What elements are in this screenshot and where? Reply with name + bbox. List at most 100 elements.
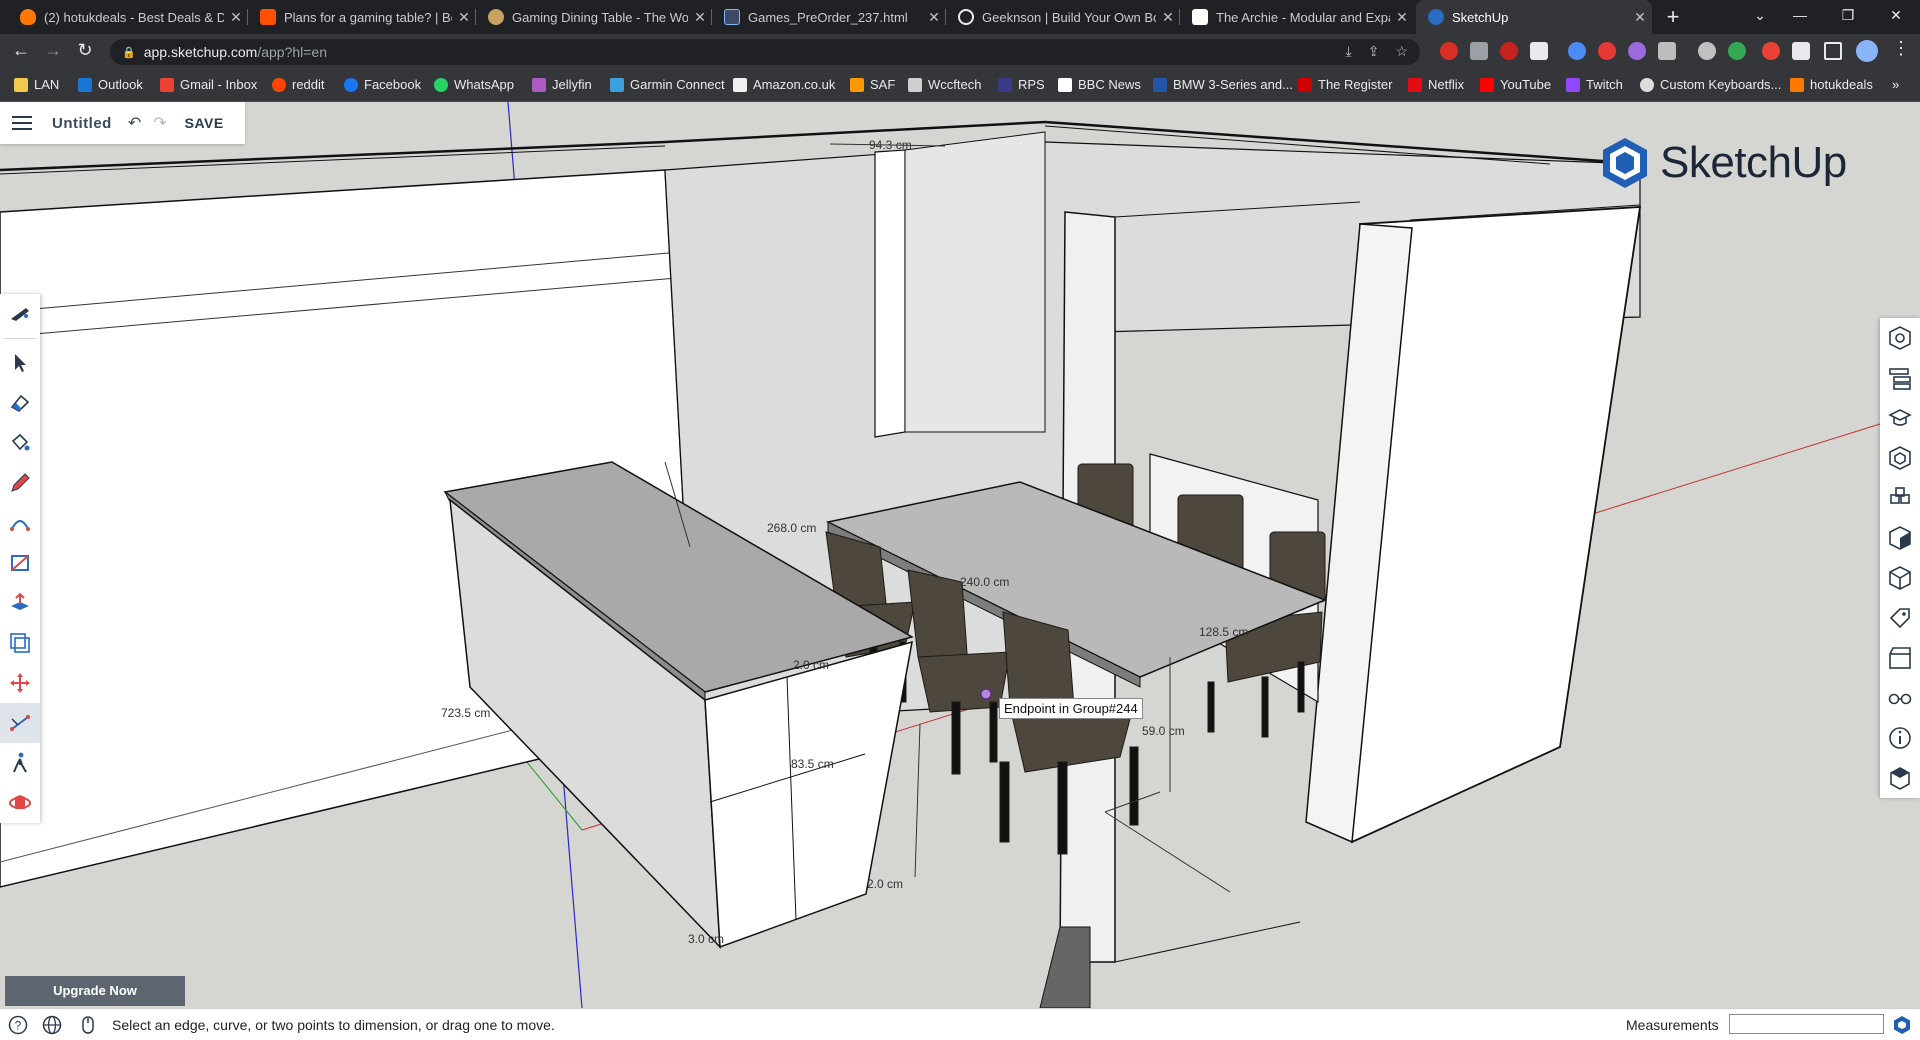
close-tab-icon[interactable]: ✕ (1628, 9, 1652, 26)
chrome-menu-icon[interactable]: ⋮ (1888, 38, 1914, 59)
dimension-label[interactable]: 94.3 cm (869, 138, 912, 152)
back-button[interactable]: ← (8, 40, 34, 61)
bookmark-twitch[interactable]: Twitch (1566, 77, 1623, 92)
dimension-label[interactable]: 723.5 cm (441, 706, 490, 720)
browser-tab-sketchup[interactable]: SketchUp ✕ (1416, 0, 1652, 34)
share-icon[interactable]: ⇪ (1368, 43, 1380, 60)
extension-icon[interactable] (1530, 42, 1548, 60)
paint-bucket-icon[interactable] (0, 423, 40, 463)
sketchup-viewport[interactable]: 94.3 cm 268.0 cm 240.0 cm 128.5 cm 723.5… (0, 102, 1920, 1008)
dimension-label[interactable]: 83.5 cm (791, 757, 834, 771)
hamburger-menu-icon[interactable] (12, 112, 32, 134)
orbit-icon[interactable] (0, 783, 40, 823)
bookmark-amazon[interactable]: Amazon.co.uk (733, 77, 835, 92)
more-bookmarks-icon[interactable]: » (1892, 77, 1899, 92)
browser-tab-hotukdeals[interactable]: (2) hotukdeals - Best Deals & Discounts … (8, 0, 248, 34)
close-tab-icon[interactable]: ✕ (1156, 9, 1180, 26)
display-icon[interactable] (1880, 678, 1920, 718)
measurements-input[interactable] (1729, 1014, 1884, 1034)
close-tab-icon[interactable]: ✕ (1390, 9, 1414, 26)
browser-tab-games-preorder[interactable]: Games_PreOrder_237.html ✕ (712, 0, 946, 34)
bookmark-hotukdeals[interactable]: hotukdeals (1790, 77, 1873, 92)
browser-tab-archie[interactable]: The Archie - Modular and Expandable Tabl… (1180, 0, 1414, 34)
dimension-label[interactable]: 59.0 cm (1142, 724, 1185, 738)
extension-icon[interactable] (1568, 42, 1586, 60)
extension-icon[interactable] (1470, 42, 1488, 60)
bookmark-youtube[interactable]: YouTube (1480, 77, 1551, 92)
extensions-icon[interactable] (1880, 758, 1920, 798)
bookmark-bbc-news[interactable]: BBC News (1058, 77, 1141, 92)
arc-icon[interactable] (0, 503, 40, 543)
extension-icon[interactable] (1728, 42, 1746, 60)
avatar[interactable] (1856, 40, 1878, 62)
upgrade-now-button[interactable]: Upgrade Now (5, 976, 185, 1006)
close-tab-icon[interactable]: ✕ (922, 9, 946, 26)
extension-icon[interactable] (1658, 42, 1676, 60)
dimension-icon[interactable] (0, 703, 40, 743)
install-app-icon[interactable]: ⤓ (1346, 43, 1352, 60)
extension-icon[interactable] (1628, 42, 1646, 60)
bookmark-saf[interactable]: SAF (850, 77, 895, 92)
pencil-icon[interactable] (0, 463, 40, 503)
solid-tools-icon[interactable] (1880, 558, 1920, 598)
reload-button[interactable]: ↻ (72, 40, 98, 61)
push-pull-icon[interactable] (0, 583, 40, 623)
sketchup-status-icon[interactable] (1892, 1015, 1912, 1035)
extension-icon[interactable] (1698, 42, 1716, 60)
help-icon[interactable]: ? (8, 1015, 28, 1035)
dimension-label[interactable]: 3.0 cm (688, 932, 724, 946)
puzzle-extensions-icon[interactable] (1792, 42, 1810, 60)
extension-icon[interactable] (1500, 42, 1518, 60)
close-tab-icon[interactable]: ✕ (688, 9, 712, 26)
restore-button[interactable]: ❐ (1824, 0, 1872, 34)
new-tab-button[interactable]: + (1659, 4, 1687, 30)
mouse-icon[interactable] (78, 1015, 98, 1035)
move-icon[interactable] (0, 663, 40, 703)
close-tab-icon[interactable]: ✕ (224, 9, 248, 26)
bookmark-gmail[interactable]: Gmail - Inbox (160, 77, 257, 92)
bookmark-netflix[interactable]: Netflix (1408, 77, 1464, 92)
minimize-button[interactable]: — (1776, 0, 1824, 34)
model-scene[interactable] (0, 102, 1920, 1008)
bookmark-custom-keyboards[interactable]: Custom Keyboards... (1640, 77, 1781, 92)
dimension-label[interactable]: 2.0 cm (793, 658, 829, 672)
bookmark-jellyfin[interactable]: Jellyfin (532, 77, 592, 92)
tags-icon[interactable] (1880, 598, 1920, 638)
bookmark-wccftech[interactable]: Wccftech (908, 77, 981, 92)
close-window-button[interactable]: ✕ (1872, 0, 1920, 34)
browser-tab-geeknson[interactable]: Geeknson | Build Your Own Board Game Tab… (946, 0, 1180, 34)
dimension-label[interactable]: 268.0 cm (767, 521, 816, 535)
address-bar[interactable]: 🔒 app.sketchup.com/app?hl=en ⤓ ⇪ ☆ (110, 39, 1420, 65)
redo-icon[interactable]: ↷ (153, 113, 166, 133)
components-icon[interactable] (1880, 438, 1920, 478)
browser-tab-wood-shop[interactable]: Gaming Dining Table - The Wood Shop ✕ (476, 0, 712, 34)
bookmark-lan[interactable]: LAN (14, 77, 59, 92)
extension-icon[interactable] (1598, 42, 1616, 60)
globe-icon[interactable] (42, 1015, 62, 1035)
entity-info-icon[interactable] (1880, 318, 1920, 358)
info-icon[interactable] (1880, 718, 1920, 758)
dimension-label[interactable]: 2.0 cm (867, 877, 903, 891)
search-icon[interactable] (0, 294, 40, 334)
bookmark-rps[interactable]: RPS (998, 77, 1045, 92)
dimension-label[interactable]: 128.5 cm (1199, 625, 1248, 639)
bookmark-outlook[interactable]: Outlook (78, 77, 143, 92)
bookmark-garmin[interactable]: Garmin Connect (610, 77, 725, 92)
offset-icon[interactable] (0, 623, 40, 663)
extension-icon[interactable] (1762, 42, 1780, 60)
undo-icon[interactable]: ↶ (128, 113, 141, 133)
bookmark-star-icon[interactable]: ☆ (1395, 43, 1408, 60)
materials-icon[interactable] (1880, 478, 1920, 518)
walk-icon[interactable] (0, 743, 40, 783)
adblock-extension-icon[interactable] (1440, 42, 1458, 60)
bookmark-bmw[interactable]: BMW 3-Series and... (1153, 77, 1293, 92)
instructor-icon[interactable] (1880, 398, 1920, 438)
bookmark-facebook[interactable]: Facebook (344, 77, 421, 92)
side-panel-icon[interactable] (1824, 42, 1842, 60)
model-title[interactable]: Untitled (52, 115, 112, 132)
bookmark-the-register[interactable]: The Register (1298, 77, 1392, 92)
dimension-label[interactable]: 240.0 cm (960, 575, 1009, 589)
styles-icon[interactable] (1880, 518, 1920, 558)
close-tab-icon[interactable]: ✕ (452, 9, 476, 26)
rectangle-icon[interactable] (0, 543, 40, 583)
